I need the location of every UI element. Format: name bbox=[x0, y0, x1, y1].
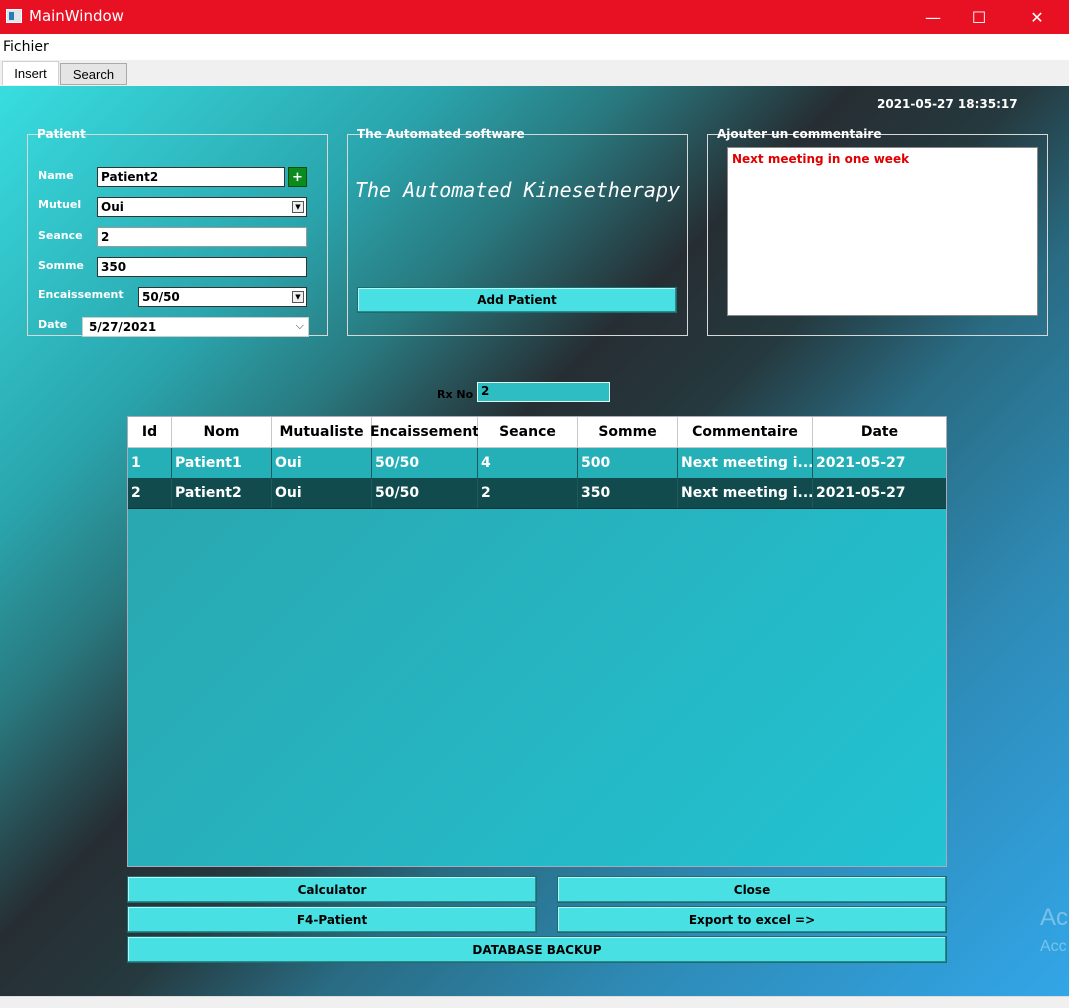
f4-patient-button[interactable]: F4-Patient bbox=[127, 906, 537, 933]
mutuel-select[interactable]: Oui ▼ bbox=[97, 197, 307, 217]
date-label: Date bbox=[38, 318, 68, 331]
encaissement-label: Encaissement bbox=[38, 288, 124, 301]
column-header-date[interactable]: Date bbox=[813, 417, 946, 448]
maximize-button[interactable]: ☐ bbox=[956, 0, 1002, 34]
close-window-button[interactable]: ✕ bbox=[1014, 0, 1060, 34]
cell-encaissement: 50/50 bbox=[372, 448, 478, 478]
encaissement-value: 50/50 bbox=[142, 290, 180, 304]
add-name-button[interactable]: + bbox=[288, 167, 307, 187]
cell-mutualiste: Oui bbox=[272, 448, 372, 478]
datetime-label: 2021-05-27 18:35:17 bbox=[877, 97, 1018, 111]
comment-group-title: Ajouter un commentaire bbox=[717, 127, 882, 141]
app-icon bbox=[6, 9, 22, 23]
cell-date: 2021-05-27 bbox=[816, 455, 906, 471]
column-header-commentaire[interactable]: Commentaire bbox=[678, 417, 813, 448]
seance-label: Seance bbox=[38, 229, 83, 242]
rx-label: Rx No bbox=[437, 388, 474, 401]
cell-encaissement: 50/50 bbox=[372, 478, 478, 508]
cell-id: 2 bbox=[128, 478, 172, 508]
cell-id: 1 bbox=[128, 448, 172, 478]
seance-input[interactable]: 2 bbox=[97, 227, 307, 247]
chevron-down-icon: ⌵ bbox=[295, 319, 304, 332]
cell-date: 2021-05-27 bbox=[816, 485, 906, 501]
table-row[interactable]: 1 Patient1 Oui 50/50 4 500 Next meeting … bbox=[128, 448, 946, 478]
mutuel-value: Oui bbox=[101, 200, 124, 214]
patient-group-title: Patient bbox=[37, 127, 86, 141]
date-value: 5/27/2021 bbox=[89, 320, 157, 334]
comment-text: Next meeting in one week bbox=[732, 152, 910, 166]
database-backup-button[interactable]: DATABASE BACKUP bbox=[127, 936, 947, 963]
menu-fichier[interactable]: Fichier bbox=[3, 39, 49, 55]
mutuel-label: Mutuel bbox=[38, 198, 82, 211]
somme-label: Somme bbox=[38, 259, 84, 272]
calculator-button[interactable]: Calculator bbox=[127, 876, 537, 903]
cell-nom: Patient1 bbox=[172, 448, 272, 478]
minimize-button[interactable]: — bbox=[910, 0, 956, 34]
cell-commentaire: Next meeting i... bbox=[678, 448, 813, 478]
tab-bar: Insert Search bbox=[0, 60, 1069, 86]
cell-commentaire: Next meeting i... bbox=[678, 478, 813, 508]
cell-nom: Patient2 bbox=[172, 478, 272, 508]
cell-somme: 500 bbox=[578, 448, 678, 478]
title-bar: MainWindow — ☐ ✕ bbox=[0, 0, 1069, 34]
add-patient-button[interactable]: Add Patient bbox=[357, 287, 677, 313]
chevron-down-icon: ▼ bbox=[292, 201, 304, 213]
column-header-mutualiste[interactable]: Mutualiste bbox=[272, 417, 372, 448]
column-header-seance[interactable]: Seance bbox=[478, 417, 578, 448]
cell-seance: 4 bbox=[478, 448, 578, 478]
watermark-subtext: Acc bbox=[1040, 938, 1067, 955]
chevron-down-icon: ▼ bbox=[292, 291, 304, 303]
status-bar bbox=[0, 996, 1069, 1008]
patients-table[interactable]: Id Nom Mutualiste Encaissement Seance So… bbox=[127, 416, 947, 867]
comment-textarea[interactable]: Next meeting in one week bbox=[727, 147, 1038, 316]
column-header-id[interactable]: Id bbox=[128, 417, 172, 448]
cell-somme: 350 bbox=[578, 478, 678, 508]
column-header-somme[interactable]: Somme bbox=[578, 417, 678, 448]
window-title: MainWindow bbox=[29, 7, 124, 25]
software-group-title: The Automated software bbox=[357, 127, 525, 141]
software-heading: The Automated Kinesetherapy bbox=[354, 178, 681, 202]
name-input[interactable]: Patient2 bbox=[97, 167, 285, 187]
column-header-nom[interactable]: Nom bbox=[172, 417, 272, 448]
column-header-encaissement[interactable]: Encaissement bbox=[370, 417, 479, 448]
name-label: Name bbox=[38, 169, 74, 182]
menu-bar: Fichier bbox=[0, 34, 1069, 60]
export-excel-button[interactable]: Export to excel => bbox=[557, 906, 947, 933]
cell-mutualiste: Oui bbox=[272, 478, 372, 508]
close-button[interactable]: Close bbox=[557, 876, 947, 903]
somme-input[interactable]: 350 bbox=[97, 257, 307, 277]
rx-input[interactable]: 2 bbox=[477, 382, 610, 402]
date-picker[interactable]: 5/27/2021 ⌵ bbox=[82, 317, 309, 337]
encaissement-select[interactable]: 50/50 ▼ bbox=[138, 287, 307, 307]
tab-search[interactable]: Search bbox=[60, 63, 127, 85]
watermark-text: Ac bbox=[1040, 904, 1069, 931]
tab-insert[interactable]: Insert bbox=[2, 61, 59, 85]
cell-seance: 2 bbox=[478, 478, 578, 508]
table-row-selected[interactable]: 2 Patient2 Oui 50/50 2 350 Next meeting … bbox=[128, 478, 946, 509]
